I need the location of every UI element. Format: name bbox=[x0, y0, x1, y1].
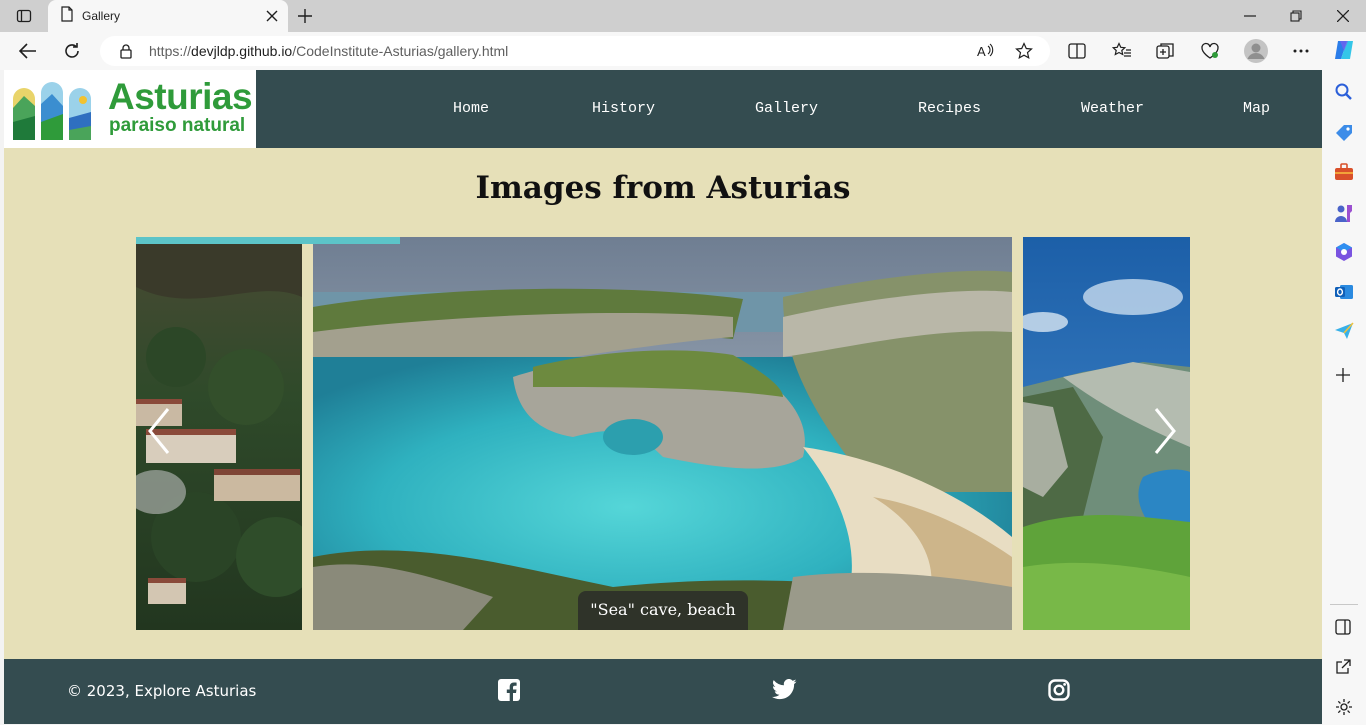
url-scheme: https:// bbox=[149, 43, 192, 59]
twitter-icon[interactable] bbox=[772, 678, 797, 705]
more-options-icon[interactable] bbox=[1290, 39, 1312, 63]
nav-history[interactable]: History bbox=[592, 100, 655, 117]
nav-home[interactable]: Home bbox=[453, 100, 489, 117]
restore-icon[interactable] bbox=[1286, 4, 1306, 28]
tab-actions-icon[interactable] bbox=[12, 4, 36, 28]
logo-title: Asturias bbox=[108, 76, 253, 117]
sidebar-divider bbox=[1330, 604, 1358, 605]
browser-tab[interactable]: Gallery bbox=[48, 0, 288, 32]
favorites-icon[interactable] bbox=[1111, 39, 1133, 63]
copyright-text: © 2023, Explore Asturias bbox=[67, 682, 257, 700]
site-logo[interactable]: Asturias paraiso natural bbox=[4, 70, 256, 148]
new-tab-icon[interactable] bbox=[294, 4, 316, 28]
site-footer: © 2023, Explore Asturias bbox=[4, 659, 1322, 724]
nav-recipes[interactable]: Recipes bbox=[918, 100, 981, 117]
url-host: devjldp.github.io bbox=[191, 43, 293, 59]
send-icon[interactable] bbox=[1334, 322, 1354, 345]
add-icon[interactable] bbox=[1336, 368, 1350, 387]
address-bar[interactable]: https://devjldp.github.io/CodeInstitute-… bbox=[100, 36, 1050, 66]
hide-sidebar-icon[interactable] bbox=[1335, 619, 1351, 640]
nav-gallery[interactable]: Gallery bbox=[755, 100, 818, 117]
previous-slide-arrow-icon[interactable] bbox=[148, 407, 170, 460]
games-icon[interactable] bbox=[1334, 203, 1354, 228]
slide-progress-bar bbox=[136, 237, 400, 244]
back-icon[interactable] bbox=[16, 39, 40, 63]
nav-weather[interactable]: Weather bbox=[1081, 100, 1144, 117]
image-carousel[interactable]: "Sea" cave, beach bbox=[136, 237, 1190, 630]
close-tab-icon[interactable] bbox=[266, 9, 278, 27]
tab-title: Gallery bbox=[82, 9, 121, 23]
web-page: Asturias paraiso natural Home History Ga… bbox=[4, 70, 1322, 724]
facebook-icon[interactable] bbox=[498, 679, 520, 706]
logo-subtitle: paraiso natural bbox=[109, 115, 246, 136]
url-text[interactable]: https://devjldp.github.io/CodeInstitute-… bbox=[149, 43, 508, 59]
copilot-icon[interactable] bbox=[1331, 38, 1357, 62]
settings-gear-icon[interactable] bbox=[1335, 698, 1353, 721]
read-aloud-icon[interactable]: A bbox=[976, 42, 994, 65]
lock-icon[interactable] bbox=[119, 43, 133, 64]
open-external-icon[interactable] bbox=[1335, 659, 1351, 680]
slide-caption: "Sea" cave, beach bbox=[578, 591, 748, 630]
browser-sidebar bbox=[1322, 70, 1366, 725]
page-icon bbox=[60, 5, 74, 27]
page-title: Images from Asturias bbox=[475, 170, 851, 206]
split-screen-icon[interactable] bbox=[1066, 39, 1088, 63]
svg-text:A: A bbox=[977, 44, 986, 59]
carousel-slide-current[interactable] bbox=[313, 237, 1012, 630]
tools-briefcase-icon[interactable] bbox=[1334, 163, 1354, 186]
favorite-star-icon[interactable] bbox=[1015, 42, 1033, 65]
site-header: Asturias paraiso natural Home History Ga… bbox=[4, 70, 1322, 148]
collections-icon[interactable] bbox=[1155, 39, 1177, 63]
sea-cave-beach-image bbox=[313, 237, 1012, 630]
url-path: /CodeInstitute-Asturias/gallery.html bbox=[292, 43, 509, 59]
minimize-icon[interactable] bbox=[1240, 4, 1260, 28]
search-icon[interactable] bbox=[1335, 83, 1353, 106]
browser-tab-bar: Gallery bbox=[0, 0, 1366, 32]
profile-avatar[interactable] bbox=[1244, 39, 1268, 63]
nav-map[interactable]: Map bbox=[1243, 100, 1270, 117]
instagram-icon[interactable] bbox=[1048, 679, 1070, 706]
browser-essentials-icon[interactable] bbox=[1199, 39, 1221, 63]
refresh-icon[interactable] bbox=[60, 39, 84, 63]
close-window-icon[interactable] bbox=[1333, 4, 1353, 28]
shopping-tag-icon[interactable] bbox=[1334, 123, 1354, 148]
microsoft-365-icon[interactable] bbox=[1334, 242, 1354, 267]
logo-mountains-icon bbox=[13, 82, 91, 140]
outlook-icon[interactable] bbox=[1334, 282, 1354, 307]
next-slide-arrow-icon[interactable] bbox=[1154, 407, 1176, 460]
browser-toolbar: https://devjldp.github.io/CodeInstitute-… bbox=[0, 32, 1366, 70]
